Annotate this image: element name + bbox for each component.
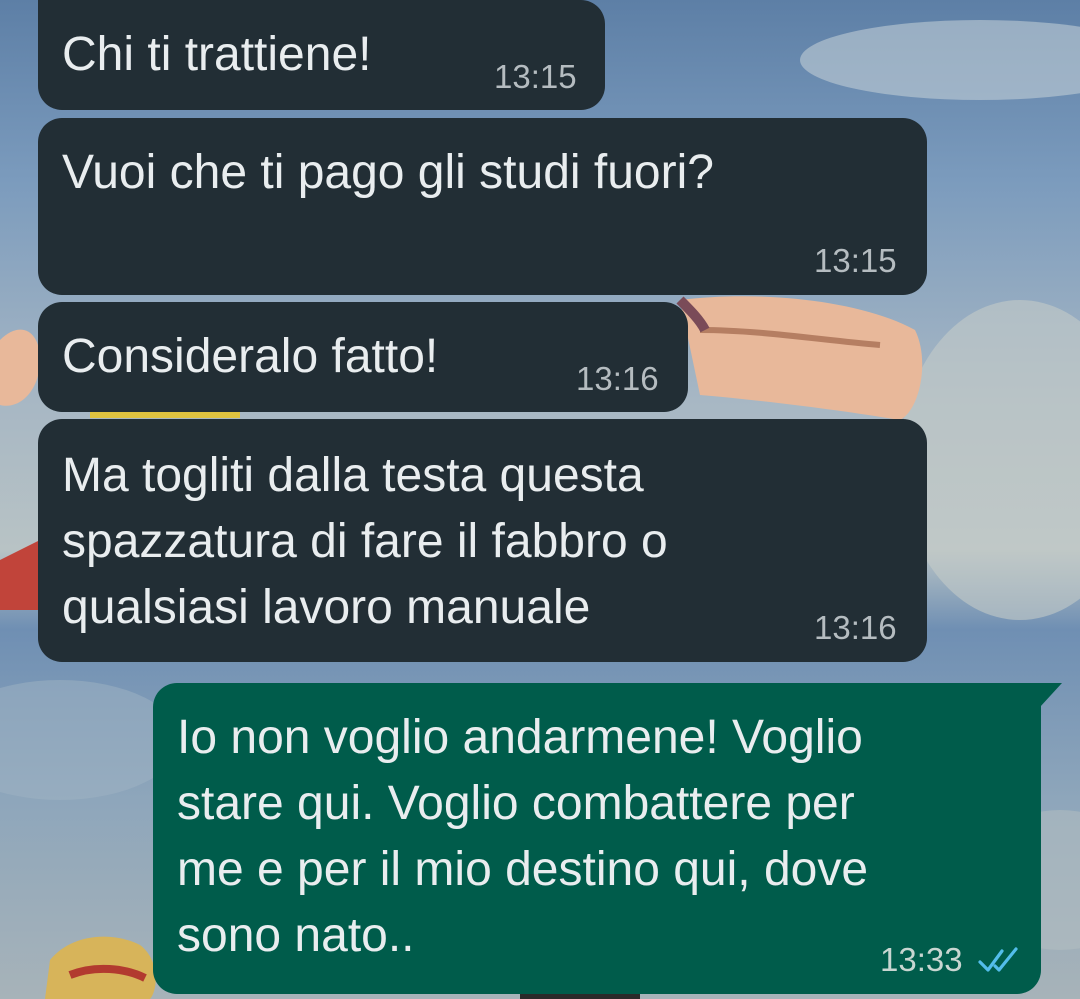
message-time: 13:33 <box>880 941 963 978</box>
message-time: 13:15 <box>814 242 897 279</box>
double-check-icon <box>978 947 1018 972</box>
message-bubble-outgoing[interactable]: Io non voglio andarmene! Voglio stare qu… <box>153 683 1041 994</box>
message-text: Ma togliti dalla testa questa spazzatura… <box>62 449 668 634</box>
message-bubble-incoming[interactable]: Ma togliti dalla testa questa spazzatura… <box>38 419 927 662</box>
message-text: Chi ti trattiene! <box>62 28 372 81</box>
message-text: Vuoi che ti pago gli studi fuori? <box>62 146 714 199</box>
message-bubble-incoming[interactable]: Chi ti trattiene! 13:15 <box>38 0 605 110</box>
message-time: 13:16 <box>576 360 659 397</box>
message-list[interactable]: Chi ti trattiene! 13:15 Vuoi che ti pago… <box>0 0 1080 999</box>
message-text: Io non voglio andarmene! Voglio stare qu… <box>177 711 869 962</box>
outgoing-bubble-tail <box>1030 683 1062 707</box>
message-time: 13:16 <box>814 609 897 646</box>
message-text: Consideralo fatto! <box>62 330 439 383</box>
message-time: 13:15 <box>494 58 577 95</box>
message-bubble-incoming[interactable]: Vuoi che ti pago gli studi fuori? 13:15 <box>38 118 927 295</box>
message-bubble-incoming[interactable]: Consideralo fatto! 13:16 <box>38 302 688 412</box>
